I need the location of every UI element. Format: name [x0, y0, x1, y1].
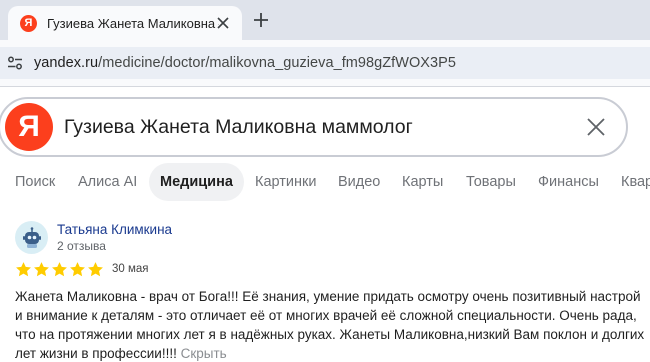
browser-tab[interactable]: Я Гузиева Жанета Маликовна — [8, 6, 242, 40]
tab-search[interactable]: Поиск [15, 163, 55, 201]
avatar[interactable] [15, 221, 48, 254]
tab-finance[interactable]: Финансы [538, 163, 599, 201]
star-icon [70, 262, 85, 277]
rating-stars [15, 261, 104, 279]
search-input[interactable]: Гузиева Жанета Маликовна маммолог [64, 116, 413, 139]
yandex-logo[interactable]: Я [5, 103, 53, 151]
tab-medicine[interactable]: Медицина [149, 163, 244, 201]
hide-review-link[interactable]: Скрыть [181, 346, 227, 361]
tab-alisa-ai[interactable]: Алиса AI [78, 163, 137, 201]
star-icon [16, 262, 31, 277]
search-bar[interactable]: Я Гузиева Жанета Маликовна маммолог [0, 97, 628, 157]
robot-avatar-icon [22, 226, 41, 248]
tab-products[interactable]: Товары [466, 163, 516, 201]
site-info-icon[interactable] [6, 54, 24, 72]
browser-tab-strip: Я Гузиева Жанета Маликовна — [0, 0, 650, 40]
review-body: Жанета Маликовна - врач от Бога!!! Её зн… [15, 289, 645, 361]
author-reviews-count: 2 отзыва [57, 239, 106, 253]
tab-title: Гузиева Жанета Маликовна — [47, 15, 219, 31]
url-path: /medicine/doctor/malikovna_guzieva_fm98g… [98, 55, 456, 71]
close-tab-icon[interactable] [214, 14, 232, 32]
services-nav: Поиск Алиса AI Медицина Картинки Видео К… [0, 163, 650, 201]
toolbar-divider [0, 86, 650, 87]
review-text: Жанета Маликовна - врач от Бога!!! Её зн… [15, 287, 647, 362]
url-host: yandex.ru [34, 55, 99, 71]
tab-video[interactable]: Видео [338, 163, 380, 201]
review-author[interactable]: Татьяна Климкина [57, 222, 172, 237]
tab-images[interactable]: Картинки [255, 163, 316, 201]
star-icon [34, 262, 49, 277]
url-text[interactable]: yandex.ru/medicine/doctor/malikovna_guzi… [34, 55, 456, 71]
review-date: 30 мая [112, 263, 149, 275]
star-icon [52, 262, 67, 277]
yandex-favicon-icon: Я [20, 14, 37, 32]
browser-toolbar: yandex.ru/medicine/doctor/malikovna_guzi… [0, 40, 650, 86]
clear-search-icon[interactable] [584, 115, 608, 139]
tab-realty[interactable]: Квар [621, 163, 650, 201]
tab-maps[interactable]: Карты [402, 163, 443, 201]
new-tab-icon[interactable] [251, 10, 271, 30]
address-bar[interactable]: yandex.ru/medicine/doctor/malikovna_guzi… [0, 47, 650, 79]
star-icon [88, 262, 103, 277]
